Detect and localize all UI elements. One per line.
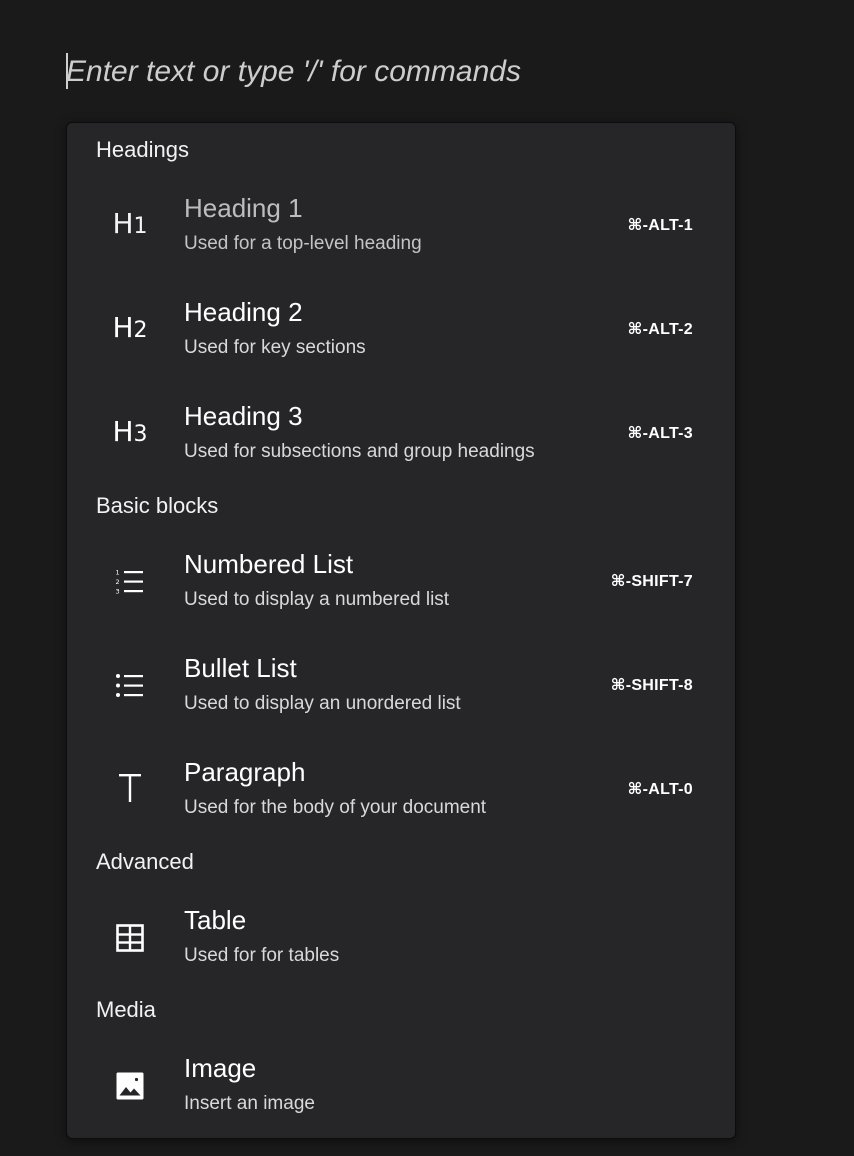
- section-title-advanced: Advanced: [96, 849, 194, 874]
- svg-text:1: 1: [116, 569, 120, 577]
- menu-item-heading-2[interactable]: H2 Heading 2 Used for key sections ⌘-ALT…: [67, 283, 735, 379]
- menu-item-shortcut: ⌘-SHIFT-8: [610, 677, 693, 694]
- menu-item-title: Heading 2: [184, 297, 303, 327]
- menu-item-description: Used to display a numbered list: [184, 589, 450, 610]
- image-icon: [111, 1071, 149, 1101]
- menu-item-bullet-list[interactable]: Bullet List Used to display an unordered…: [67, 639, 735, 735]
- menu-item-shortcut: ⌘-ALT-1: [627, 217, 693, 234]
- section-title-headings: Headings: [96, 137, 189, 162]
- menu-item-description: Used for key sections: [184, 337, 366, 358]
- menu-item-image[interactable]: Image Insert an image: [67, 1039, 735, 1135]
- menu-item-shortcut: ⌘-ALT-0: [627, 781, 693, 798]
- section-title-media: Media: [96, 997, 156, 1022]
- menu-item-title: Numbered List: [184, 549, 354, 579]
- menu-item-title: Heading 3: [184, 401, 303, 431]
- table-icon: [111, 923, 149, 953]
- menu-item-numbered-list[interactable]: 1 2 3 Numbered List Used to display a nu…: [67, 535, 735, 631]
- svg-text:3: 3: [116, 588, 120, 596]
- menu-item-title: Bullet List: [184, 653, 297, 683]
- editor-input[interactable]: Enter text or type '/' for commands: [66, 52, 766, 92]
- section-title-basic-blocks: Basic blocks: [96, 493, 219, 518]
- editor-placeholder: Enter text or type '/' for commands: [66, 55, 521, 88]
- menu-item-shortcut: ⌘-SHIFT-7: [610, 573, 693, 590]
- menu-item-heading-3[interactable]: H3 Heading 3 Used for subsections and gr…: [67, 387, 735, 483]
- menu-item-title: Image: [184, 1053, 257, 1083]
- menu-item-paragraph[interactable]: Paragraph Used for the body of your docu…: [67, 743, 735, 839]
- menu-item-description: Used to display an unordered list: [184, 693, 461, 714]
- menu-item-title: Paragraph: [184, 757, 306, 787]
- menu-item-shortcut: ⌘-ALT-2: [627, 321, 693, 338]
- menu-item-description: Insert an image: [184, 1093, 315, 1114]
- menu-item-table[interactable]: Table Used for for tables: [67, 891, 735, 987]
- svg-text:2: 2: [116, 578, 120, 586]
- menu-item-shortcut: ⌘-ALT-3: [627, 425, 693, 442]
- paragraph-icon: [111, 771, 149, 805]
- menu-item-description: Used for the body of your document: [184, 797, 487, 818]
- heading-2-icon: H2: [112, 311, 148, 344]
- menu-item-description: Used for for tables: [184, 945, 340, 966]
- menu-item-title: Heading 1: [184, 193, 303, 223]
- heading-1-icon: H1: [112, 207, 148, 240]
- slash-command-menu: Headings H1 Heading 1 Used for a top-lev…: [66, 122, 736, 1139]
- numbered-list-icon: 1 2 3: [111, 567, 149, 597]
- bullet-list-icon: [111, 671, 149, 701]
- menu-item-title: Table: [184, 905, 247, 935]
- heading-3-icon: H3: [112, 415, 148, 448]
- menu-item-description: Used for subsections and group headings: [184, 441, 535, 462]
- menu-item-heading-1[interactable]: H1 Heading 1 Used for a top-level headin…: [67, 179, 735, 275]
- menu-item-description: Used for a top-level heading: [184, 233, 422, 254]
